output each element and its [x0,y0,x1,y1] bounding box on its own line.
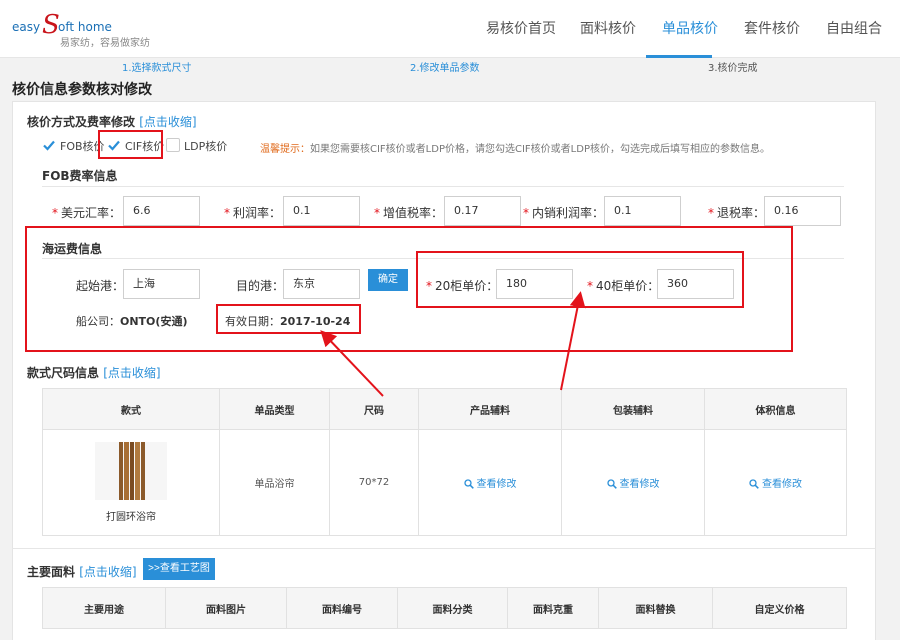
checkbox-unchecked-icon [166,138,180,152]
fabric-title-text: 主要面料 [27,565,76,579]
col-style: 款式 [42,388,220,430]
packing-accessories-cell: 查看修改 [561,429,705,536]
style-cell: 打圆环浴帘 [42,429,220,536]
tip-label: 温馨提示： [260,144,310,155]
product-thumbnail[interactable] [95,442,167,500]
size-table: 款式 单品类型 尺码 产品辅料 包装辅料 体积信息 打圆环浴帘 单品浴帘 70*… [42,388,847,536]
view-edit-product-accessories-link[interactable]: 查看修改 [463,479,517,490]
table-row: 打圆环浴帘 单品浴帘 70*72 查看修改 查看修改 查看修改 [42,429,847,536]
size-title-text: 款式尺码信息 [27,366,100,380]
tax-refund-input[interactable]: 0.16 [764,196,841,226]
fabric-divider [12,548,876,549]
step-3: 3.核价完成 [708,63,758,74]
product-accessories-cell: 查看修改 [418,429,562,536]
top-header: easy S oft home 易家纺，容易做家纺 易核价首页 面料核价 单品核… [0,0,900,58]
pricing-collapse-link[interactable]: [点击收缩] [139,115,196,129]
col-fabric-code: 面料编号 [286,587,398,629]
fabric-section-title: 主要面料 [点击收缩] [27,563,137,580]
fob-divider [42,186,844,187]
size-cell: 70*72 [329,429,419,536]
checkbox-checked-icon [42,138,56,152]
size-section-title: 款式尺码信息 [点击收缩] [27,364,161,381]
profit-rate-label: * 利润率： [224,206,282,220]
logo-rest-text: oft home [58,20,112,34]
style-name: 打圆环浴帘 [106,512,156,523]
fabric-collapse-link[interactable]: [点击收缩] [79,565,136,579]
tax-refund-label: * 退税率： [708,206,766,220]
fob-section-title: FOB费率信息 [42,169,118,183]
magnifier-icon [606,479,617,489]
nav-single-pricing[interactable]: 单品核价 [662,18,718,38]
pricing-section-title: 核价方式及费率修改 [点击收缩] [27,113,197,130]
nav-home[interactable]: 易核价首页 [486,18,556,38]
valid-date-highlight-box [216,304,361,334]
col-size: 尺码 [329,388,419,430]
page-title: 核价信息参数核对修改 [12,82,152,98]
col-fabric-image: 面料图片 [165,587,287,629]
nav-set-pricing[interactable]: 套件核价 [744,18,800,38]
logo-easy-text: easy [12,20,41,34]
col-volume-info: 体积信息 [704,388,847,430]
size-table-header: 款式 单品类型 尺码 产品辅料 包装辅料 体积信息 [42,388,847,430]
col-item-type: 单品类型 [219,388,330,430]
magnifier-icon [463,479,474,489]
step-2: 2.修改单品参数 [410,63,480,74]
usd-rate-label: * 美元汇率： [52,206,122,220]
step-1: 1.选择款式尺寸 [122,63,192,74]
container-price-highlight-box [416,251,744,308]
view-edit-packing-accessories-link[interactable]: 查看修改 [606,479,660,490]
fabric-table-header: 主要用途 面料图片 面料编号 面料分类 面料克重 面料替换 自定义价格 [42,587,847,629]
domestic-profit-label: * 内销利润率： [523,206,605,220]
col-packing-accessories: 包装辅料 [561,388,705,430]
view-edit-volume-info-link[interactable]: 查看修改 [749,479,802,490]
col-product-accessories: 产品辅料 [418,388,562,430]
item-type-cell: 单品浴帘 [219,429,330,536]
nav-fabric-pricing[interactable]: 面料核价 [580,18,636,38]
view-craft-drawing-button[interactable]: >>查看工艺图 [143,558,215,580]
ldp-checkbox-label: LDP核价 [184,140,228,153]
col-fabric-category: 面料分类 [397,587,508,629]
magnifier-icon [749,479,759,489]
pricing-tip: 温馨提示：如果您需要核CIF核价或者LDP价格，请您勾选CIF核价或者LDP核价… [260,140,770,155]
col-custom-price: 自定义价格 [712,587,847,629]
col-fabric-weight: 面料克重 [507,587,599,629]
nav-free-combo[interactable]: 自由组合 [826,18,882,38]
fabric-table: 主要用途 面料图片 面料编号 面料分类 面料克重 面料替换 自定义价格 [42,587,847,629]
usd-rate-input[interactable]: 6.6 [123,196,200,226]
logo[interactable]: easy S oft home 易家纺，容易做家纺 [10,8,150,49]
vat-rate-input[interactable]: 0.17 [444,196,521,226]
vat-rate-label: * 增值税率： [374,206,444,220]
progress-steps: 1.选择款式尺寸 2.修改单品参数 3.核价完成 [0,58,900,74]
cif-highlight-box [98,130,163,159]
pricing-title-text: 核价方式及费率修改 [27,115,136,129]
size-collapse-link[interactable]: [点击收缩] [103,366,160,380]
logo-slogan: 易家纺，容易做家纺 [60,38,150,49]
volume-info-cell: 查看修改 [704,429,847,536]
profit-rate-input[interactable]: 0.1 [283,196,360,226]
col-fabric-replace: 面料替换 [598,587,713,629]
col-main-use: 主要用途 [42,587,166,629]
tip-text: 如果您需要核CIF核价或者LDP价格，请您勾选CIF核价或者LDP核价，勾选完成… [310,144,770,155]
domestic-profit-input[interactable]: 0.1 [604,196,681,226]
